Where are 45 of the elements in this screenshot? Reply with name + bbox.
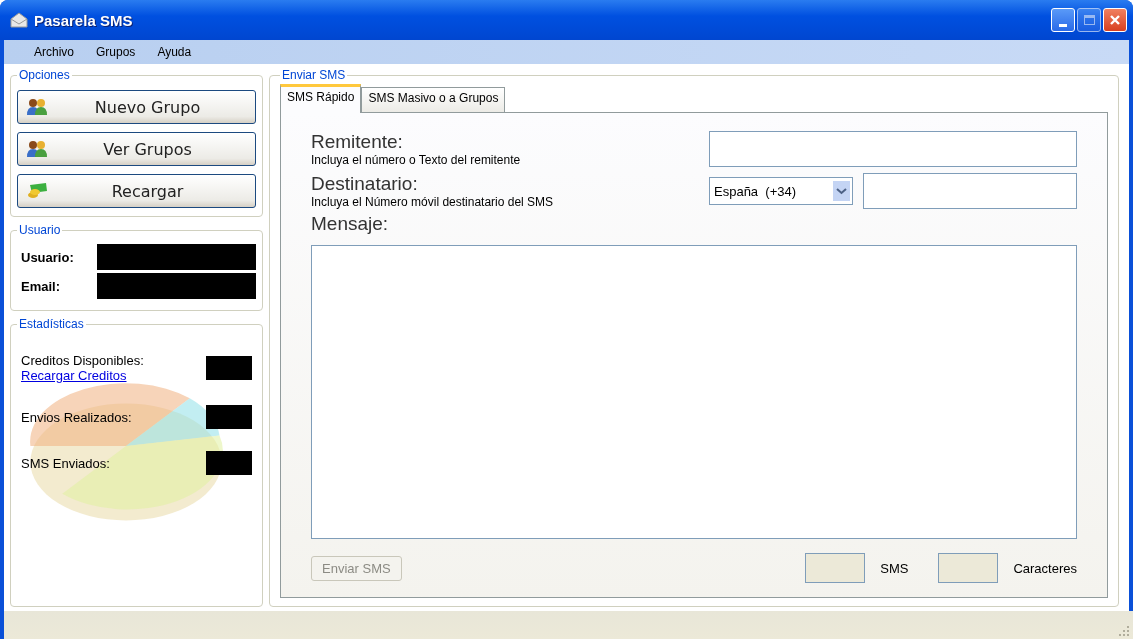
chevron-down-icon — [833, 181, 850, 201]
recharge-link[interactable]: Recargar Creditos — [21, 368, 144, 383]
group-title: Usuario — [18, 223, 62, 237]
field-label: Remitente: — [311, 131, 404, 153]
stat-label: Envios Realizados: — [21, 409, 132, 425]
redacted-block — [206, 451, 252, 475]
maximize-button[interactable] — [1077, 8, 1101, 32]
counter-label: Caracteres — [1013, 560, 1077, 576]
menu-item[interactable]: Grupos — [96, 45, 136, 59]
money-icon — [26, 182, 48, 200]
option-button[interactable]: Nuevo Grupo — [17, 90, 256, 124]
tab[interactable]: SMS Masivo o a Grupos — [361, 87, 506, 112]
phone-field[interactable] — [863, 173, 1077, 209]
stat-label: SMS Enviados: — [21, 455, 110, 471]
people-icon — [26, 98, 48, 116]
minimize-button[interactable] — [1051, 8, 1075, 32]
close-icon — [1109, 14, 1121, 26]
field-label: Usuario: — [20, 249, 75, 265]
menu-item[interactable]: Ayuda — [157, 45, 192, 59]
sender-field[interactable] — [709, 131, 1077, 167]
menu-item[interactable]: Archivo — [34, 45, 74, 59]
option-button[interactable]: Ver Grupos — [17, 132, 256, 166]
group-title: Estadísticas — [18, 318, 85, 331]
counter-field — [805, 553, 866, 583]
field-label: Destinatario: — [311, 173, 419, 195]
field-label: Mensaje: — [311, 213, 390, 235]
field-hint: Incluya el Número móvil destinatario del SMS — [311, 195, 555, 209]
message-field[interactable] — [311, 245, 1077, 539]
country-dropdown[interactable]: España (+34) — [709, 177, 853, 205]
envelope-icon — [10, 12, 28, 28]
redacted-block — [206, 405, 252, 429]
counter-label: SMS — [880, 560, 909, 576]
field-hint: Incluya el número o Texto del remitente — [311, 153, 522, 167]
group-title: Enviar SMS — [281, 68, 347, 82]
option-button[interactable]: Recargar — [17, 174, 256, 208]
counter-field — [938, 553, 999, 583]
resize-grip-icon — [1119, 626, 1129, 636]
window-title: Pasarela SMS — [34, 11, 133, 29]
tab[interactable]: SMS Rápido — [280, 84, 362, 113]
stat-label: Creditos Disponibles: — [21, 353, 144, 368]
group-title: Opciones — [18, 68, 71, 82]
people-icon — [26, 140, 48, 158]
field-label: Email: — [20, 278, 61, 294]
redacted-block — [206, 356, 252, 380]
close-button[interactable] — [1103, 8, 1127, 32]
